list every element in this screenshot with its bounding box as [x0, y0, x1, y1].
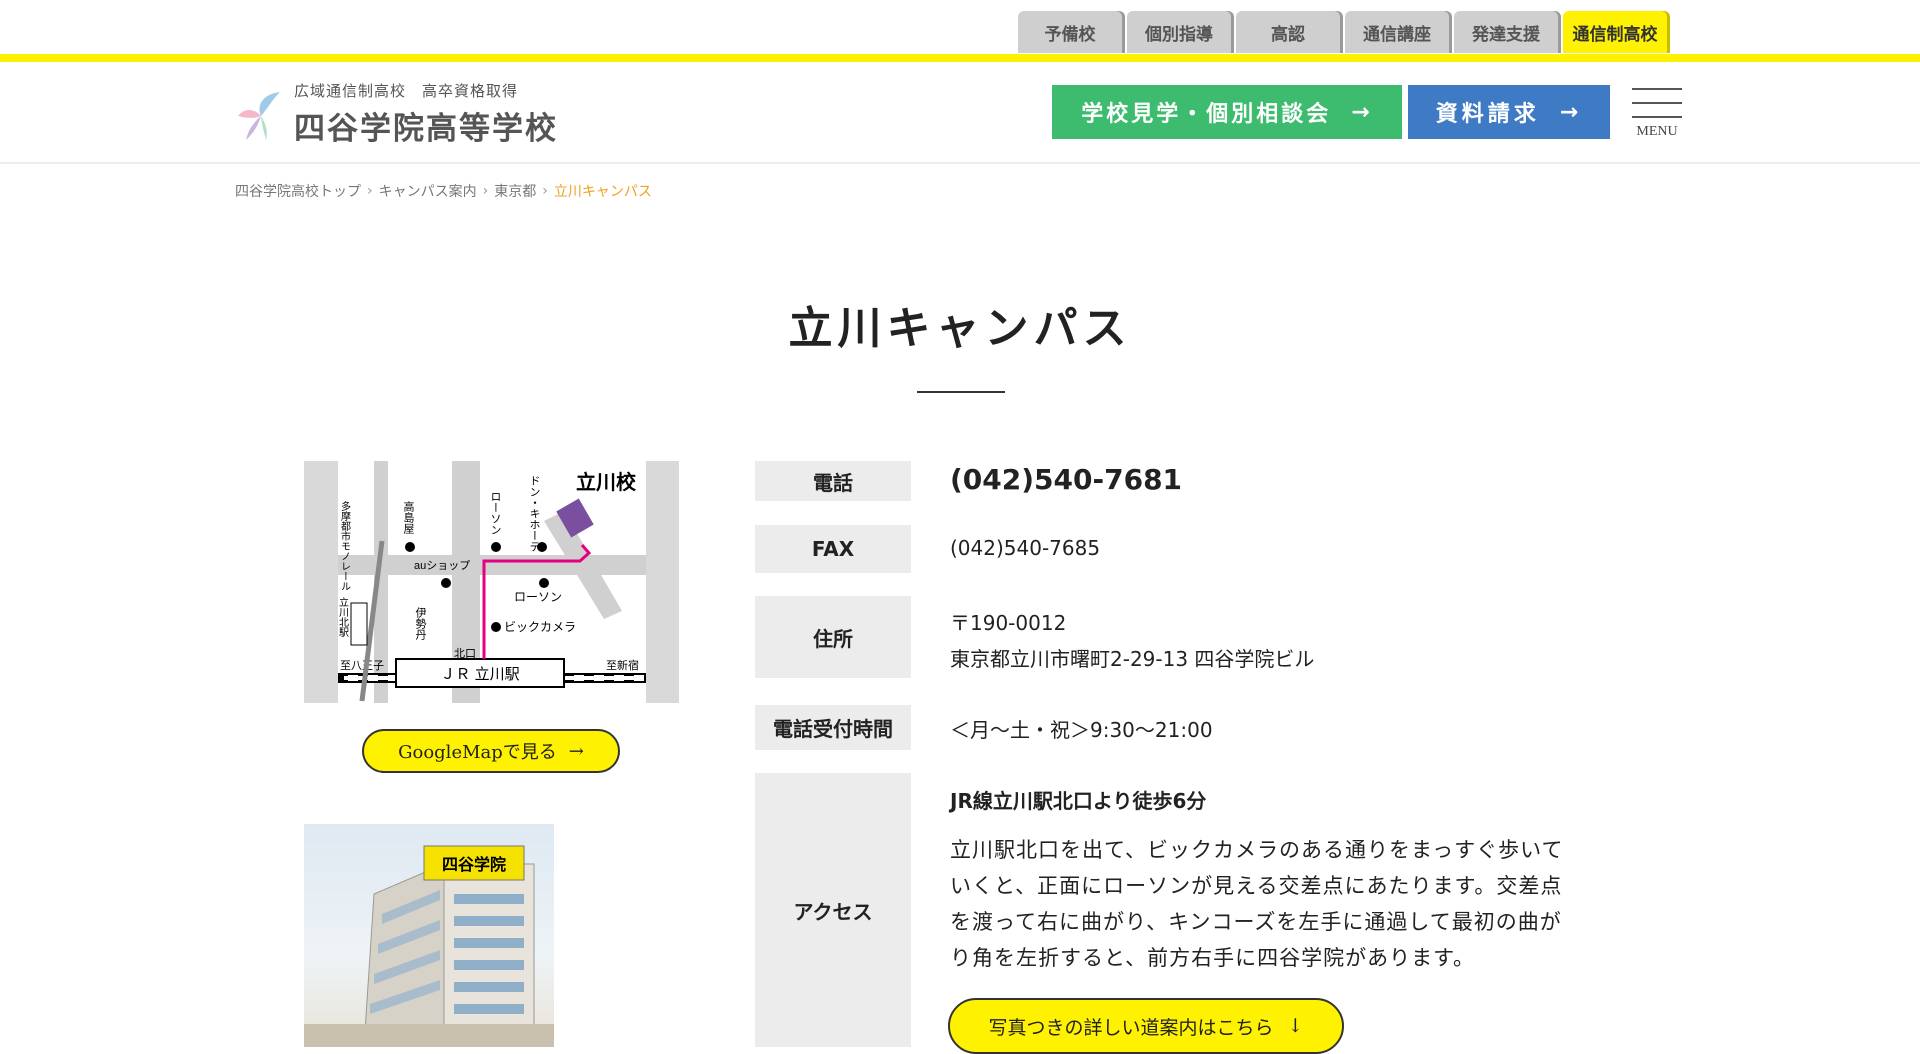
breadcrumb-current: 立川キャンパス	[553, 184, 652, 200]
docs-label: 資料請求	[1435, 102, 1540, 127]
logo-subtitle: 広域通信制高校 高卒資格取得	[294, 82, 519, 100]
map-tachikawa-kita: 立川北駅	[337, 596, 349, 638]
map-lawson1: ローソン	[489, 491, 501, 535]
address-label: 住所	[755, 596, 911, 678]
fax-value: (042)540-7685	[950, 536, 1101, 560]
building-sign: 四谷学院	[442, 855, 506, 874]
address-value: 東京都立川市曙町2-29-13 四谷学院ビル	[950, 647, 1315, 671]
tel-value[interactable]: (042)540-7681	[950, 463, 1182, 496]
route-label: 写真つきの詳しい道案内はこちら	[988, 1016, 1274, 1039]
map-hachioji: 至八王子	[340, 659, 384, 672]
logo-name: 四谷学院高等学校	[294, 111, 558, 147]
googlemap-button[interactable]: GoogleMapで見る →	[362, 729, 620, 773]
map-monorail: 多摩都市モノレール	[339, 500, 351, 591]
title-underline	[917, 391, 1005, 393]
arrow-right-icon: →	[568, 740, 584, 762]
zip-value: 〒190-0012	[950, 611, 1067, 635]
page-title: 立川キャンパス	[788, 303, 1132, 354]
logo-mark-icon	[236, 86, 286, 142]
chevron-right-icon: ›	[542, 183, 548, 199]
tab-kounin[interactable]: 高認	[1236, 11, 1340, 53]
breadcrumb-tokyo[interactable]: 東京都	[494, 181, 536, 201]
map-shinjuku: 至新宿	[606, 658, 639, 672]
menu-bar-icon	[1632, 88, 1682, 90]
chevron-right-icon: ›	[367, 183, 373, 199]
map-au: auショップ	[414, 559, 470, 572]
tel-label: 電話	[755, 461, 911, 501]
arrow-right-icon: →	[1559, 99, 1583, 125]
building-illustration: 四谷学院	[304, 824, 554, 1047]
site-header: 広域通信制高校 高卒資格取得 四谷学院高等学校 学校見学・個別相談会 → 資料請…	[0, 62, 1920, 164]
visit-consultation-button[interactable]: 学校見学・個別相談会 →	[1052, 85, 1402, 139]
tab-tsushin-koko[interactable]: 通信制高校	[1563, 11, 1667, 53]
visit-label: 学校見学・個別相談会	[1081, 102, 1332, 127]
arrow-down-icon: ↓	[1287, 1015, 1304, 1037]
request-docs-button[interactable]: 資料請求 →	[1408, 85, 1610, 139]
menu-bar-icon	[1632, 116, 1682, 118]
tab-kobetsu[interactable]: 個別指導	[1127, 11, 1231, 53]
access-description: 立川駅北口を出て、ビックカメラのある通りをまっすぐ歩いていくと、正面にローソンが…	[950, 838, 1564, 970]
breadcrumb-top[interactable]: 四谷学院高校トップ	[235, 181, 361, 201]
detailed-route-button[interactable]: 写真つきの詳しい道案内はこちら ↓	[948, 998, 1344, 1054]
breadcrumb-campus[interactable]: キャンパス案内	[379, 181, 477, 201]
arrow-right-icon: →	[1351, 99, 1373, 125]
menu-bar-icon	[1632, 102, 1682, 104]
map-kitaguchi: 北口	[454, 647, 476, 660]
map-bic: ビックカメラ	[504, 620, 576, 634]
map-lawson2: ローソン	[514, 590, 562, 604]
access-label: アクセス	[755, 773, 911, 1047]
fax-label: FAX	[755, 525, 911, 573]
map-station: ＪＲ 立川駅	[440, 666, 519, 683]
googlemap-label: GoogleMapで見る	[398, 742, 557, 763]
map-school-label: 立川校	[576, 470, 637, 494]
campus-map: ＪＲ 立川駅 至八王子 至新宿 立川校 auショップ ローソン ビックカメラ 北…	[304, 461, 679, 703]
tab-hattatsu[interactable]: 発達支援	[1454, 11, 1558, 53]
tab-tsushin-koza[interactable]: 通信講座	[1345, 11, 1449, 53]
menu-button[interactable]: MENU	[1632, 86, 1682, 142]
map-donki: ドン・キホーテ	[528, 475, 540, 552]
hours-value: ＜月〜土・祝＞9:30〜21:00	[950, 718, 1213, 742]
header-accent-line	[0, 54, 1920, 62]
menu-label: MENU	[1636, 124, 1678, 139]
breadcrumb: 四谷学院高校トップ › キャンパス案内 › 東京都 › 立川キャンパス	[235, 181, 652, 201]
map-takashimaya: 高島屋	[402, 500, 415, 535]
top-tabs: 予備校 個別指導 高認 通信講座 発達支援 通信制高校	[1018, 11, 1667, 53]
site-logo[interactable]: 広域通信制高校 高卒資格取得 四谷学院高等学校	[236, 80, 558, 148]
tab-yobiko[interactable]: 予備校	[1018, 11, 1122, 53]
access-headline: JR線立川駅北口より徒歩6分	[950, 789, 1207, 813]
map-isetan: 伊勢丹	[414, 607, 427, 641]
hours-label: 電話受付時間	[755, 705, 911, 750]
chevron-right-icon: ›	[482, 183, 489, 199]
